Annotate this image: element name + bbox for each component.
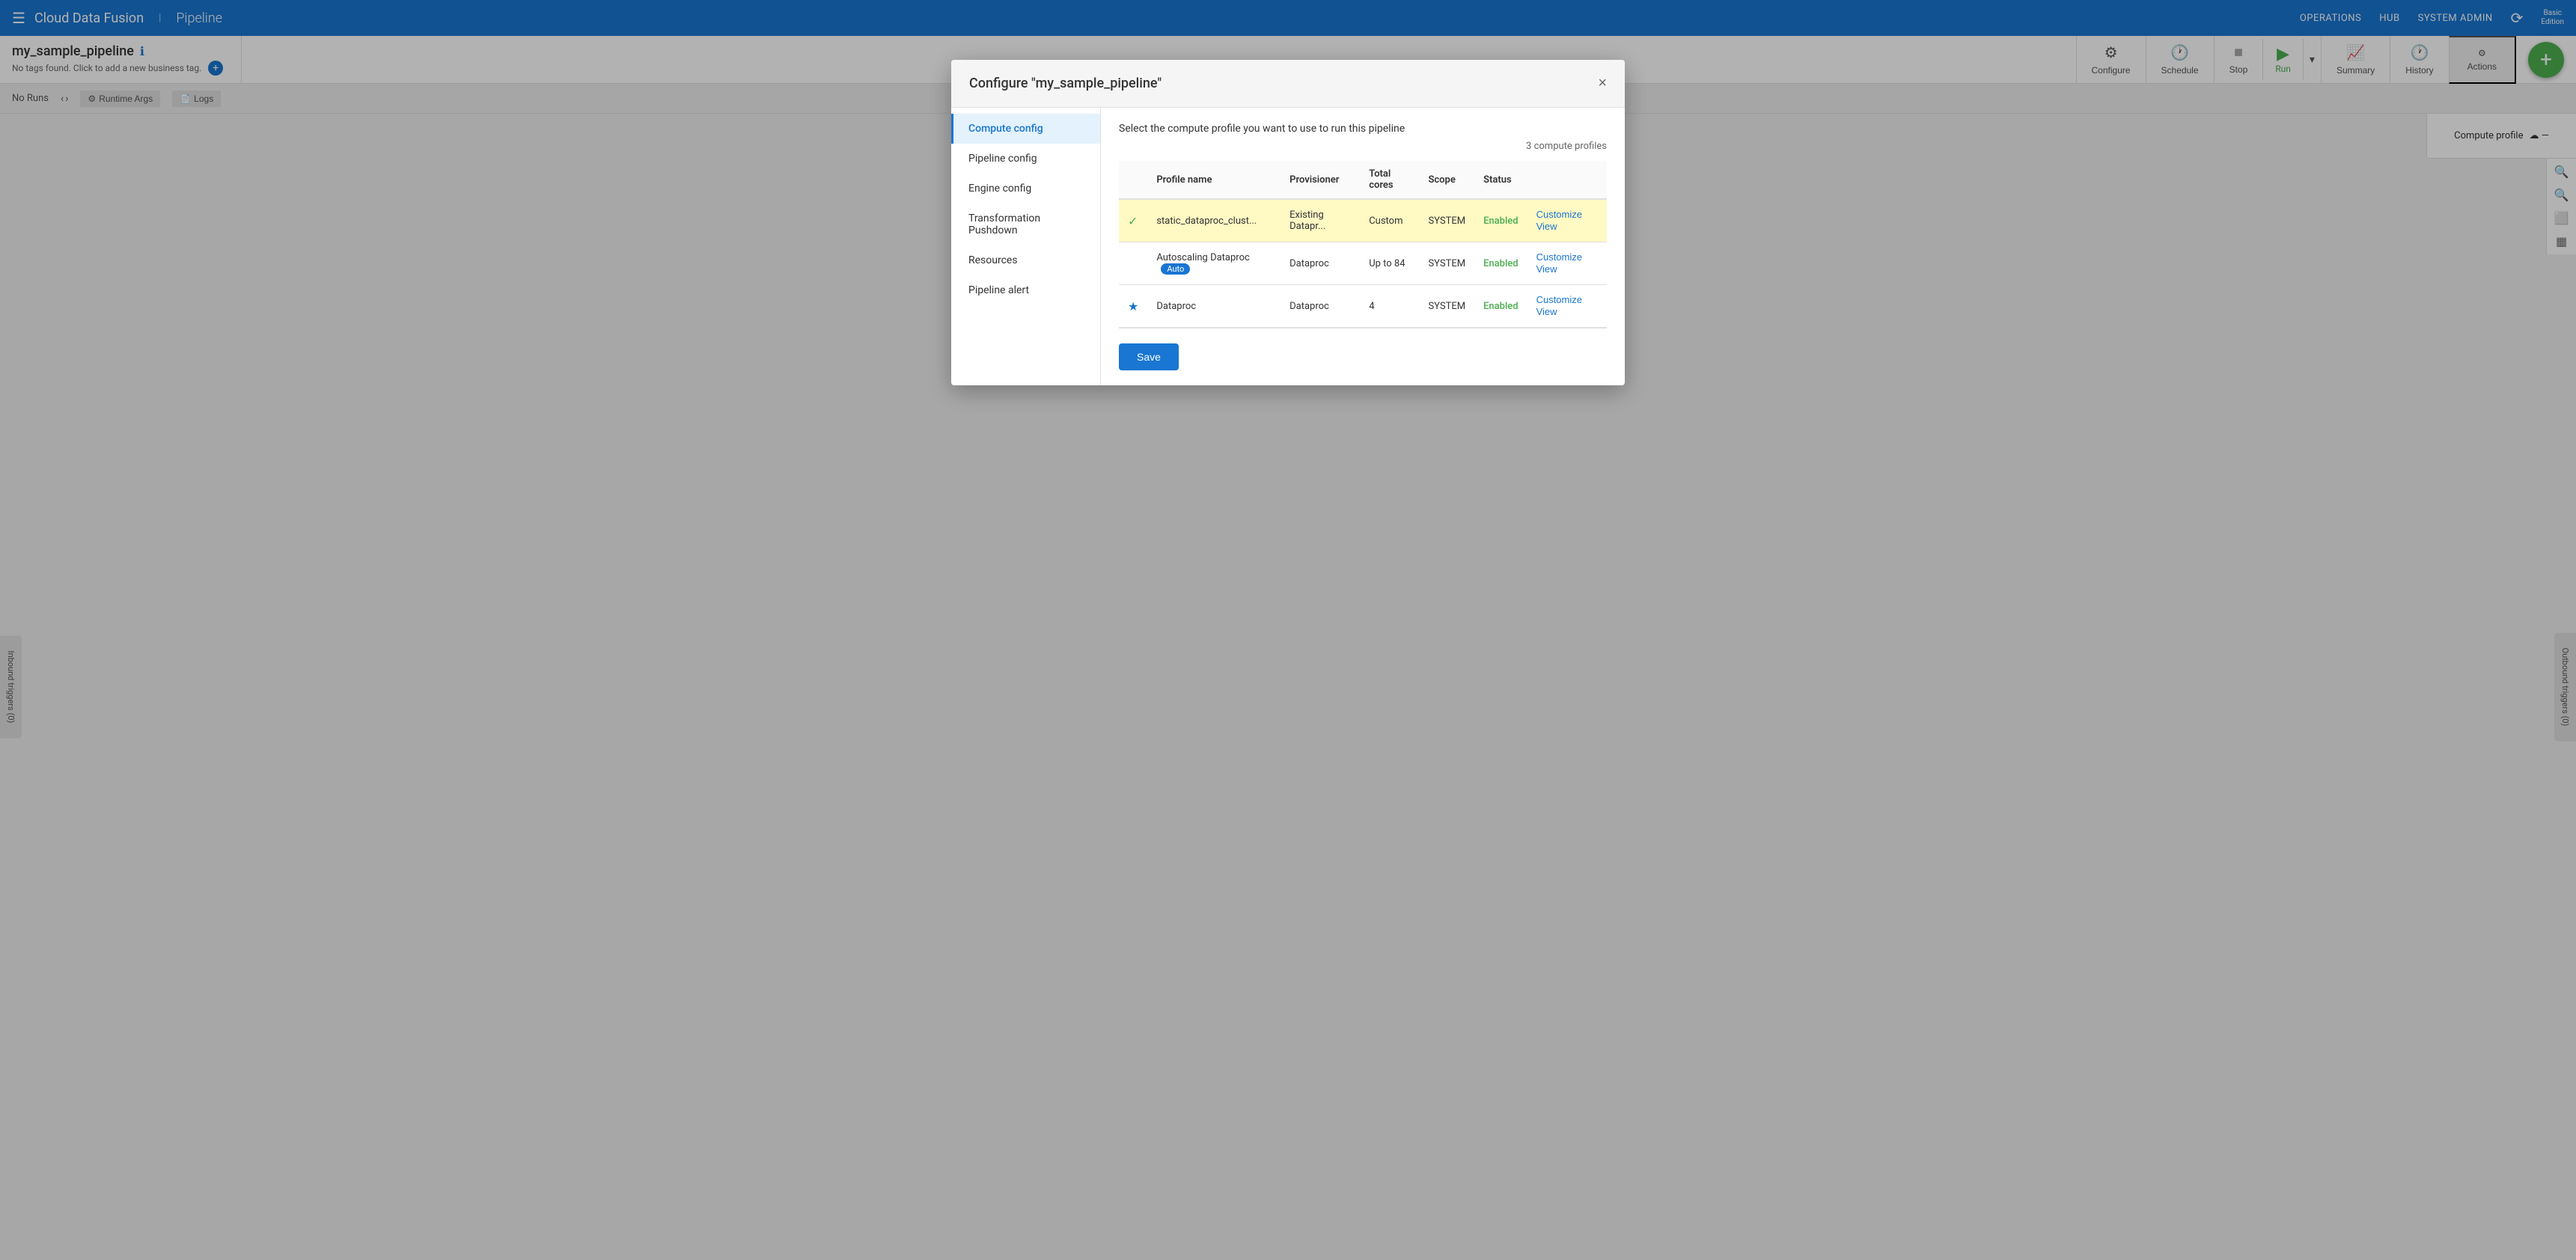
scope-cell: SYSTEM xyxy=(1419,199,1474,242)
status-badge: Enabled xyxy=(1483,215,1519,227)
auto-badge: Auto xyxy=(1161,263,1190,275)
profiles-table: Profile name Provisioner Total cores Sco… xyxy=(1119,161,1607,328)
status-badge: Enabled xyxy=(1483,301,1519,312)
total-cores-cell: Custom xyxy=(1360,199,1419,242)
sidebar-nav-resources[interactable]: Resources xyxy=(951,245,1100,275)
total-cores-cell: 4 xyxy=(1360,285,1419,328)
sidebar-nav-compute-config[interactable]: Compute config xyxy=(951,114,1100,144)
status-cell: Enabled xyxy=(1474,199,1527,242)
total-cores-cell: Up to 84 xyxy=(1360,242,1419,285)
sidebar-nav-engine-config[interactable]: Engine config xyxy=(951,174,1100,204)
profiles-count: 3 compute profiles xyxy=(1119,141,1607,152)
content-subtitle: Select the compute profile you want to u… xyxy=(1119,123,1607,135)
col-header-total-cores: Total cores xyxy=(1360,161,1419,199)
save-button[interactable]: Save xyxy=(1119,343,1179,370)
view-button-1[interactable]: View xyxy=(1536,263,1557,275)
actions-cell: Customize View xyxy=(1527,242,1607,285)
actions-cell: Customize View xyxy=(1527,199,1607,242)
configure-modal: Configure "my_sample_pipeline" × Compute… xyxy=(951,114,1625,385)
col-header-profile-name: Profile name xyxy=(1147,161,1281,199)
scope-cell: SYSTEM xyxy=(1419,285,1474,328)
actions-cell: Customize View xyxy=(1527,285,1607,328)
modal-body: Compute config Pipeline config Engine co… xyxy=(951,114,1625,385)
customize-button-1[interactable]: Customize xyxy=(1536,251,1582,263)
selected-indicator xyxy=(1119,242,1147,285)
customize-button-2[interactable]: Customize xyxy=(1536,294,1582,305)
sidebar-nav-transformation-pushdown[interactable]: Transformation Pushdown xyxy=(951,204,1100,245)
col-header-selected xyxy=(1119,161,1147,199)
provisioner-cell: Dataproc xyxy=(1281,285,1360,328)
table-row[interactable]: ✓ static_dataproc_clust... Existing Data… xyxy=(1119,199,1607,242)
table-row[interactable]: ★ Dataproc Dataproc 4 SYSTEM Enabled xyxy=(1119,285,1607,328)
modal-footer: Save xyxy=(1119,328,1607,370)
sidebar-nav-pipeline-config[interactable]: Pipeline config xyxy=(951,144,1100,174)
col-header-provisioner: Provisioner xyxy=(1281,161,1360,199)
profile-name-cell: Autoscaling Dataproc Auto xyxy=(1147,242,1281,285)
provisioner-cell: Dataproc xyxy=(1281,242,1360,285)
modal-overlay: Configure "my_sample_pipeline" × Compute… xyxy=(0,114,2576,1260)
check-icon: ✓ xyxy=(1128,214,1138,228)
customize-button-0[interactable]: Customize xyxy=(1536,209,1582,220)
status-badge: Enabled xyxy=(1483,258,1519,269)
selected-indicator: ★ xyxy=(1119,285,1147,328)
profile-name-cell: Dataproc xyxy=(1147,285,1281,328)
modal-content-area: Select the compute profile you want to u… xyxy=(1101,114,1625,385)
selected-indicator: ✓ xyxy=(1119,199,1147,242)
status-cell: Enabled xyxy=(1474,242,1527,285)
table-header-row: Profile name Provisioner Total cores Sco… xyxy=(1119,161,1607,199)
col-header-scope: Scope xyxy=(1419,161,1474,199)
profile-name-cell: static_dataproc_clust... xyxy=(1147,199,1281,242)
status-cell: Enabled xyxy=(1474,285,1527,328)
star-icon: ★ xyxy=(1128,299,1138,314)
table-row[interactable]: Autoscaling Dataproc Auto Dataproc Up to… xyxy=(1119,242,1607,285)
modal-sidebar-nav: Compute config Pipeline config Engine co… xyxy=(951,114,1101,385)
provisioner-cell: Existing Datapr... xyxy=(1281,199,1360,242)
scope-cell: SYSTEM xyxy=(1419,242,1474,285)
col-header-status: Status xyxy=(1474,161,1527,199)
view-button-2[interactable]: View xyxy=(1536,306,1557,317)
sidebar-nav-pipeline-alert[interactable]: Pipeline alert xyxy=(951,275,1100,305)
col-header-actions xyxy=(1527,161,1607,199)
view-button-0[interactable]: View xyxy=(1536,221,1557,232)
canvas-area: Compute profile ☁ — 🔍 🔍 ⬜ ▦ Inbound trig… xyxy=(0,114,2576,1260)
